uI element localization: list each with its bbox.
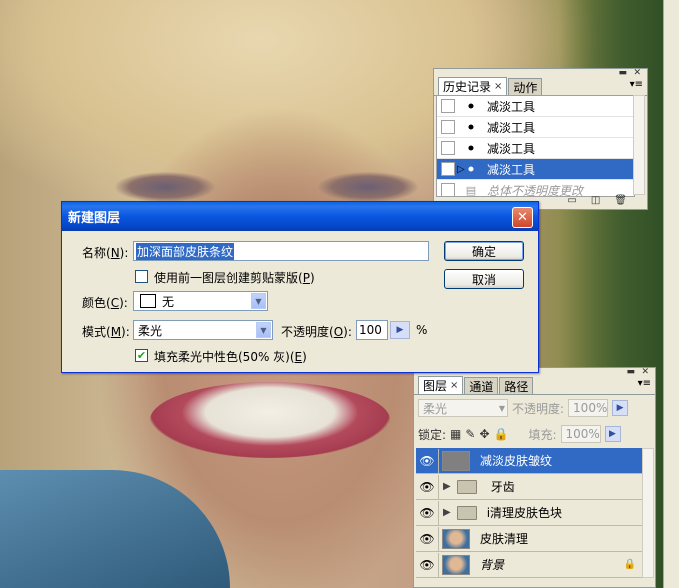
expand-triangle-icon[interactable]: ▶ bbox=[443, 481, 451, 492]
dialog-body: 名称(N): 加深面部皮肤条纹 确定 取消 使用前一图层创建剪贴蒙版(P) 颜色… bbox=[65, 231, 535, 369]
lock-all-icon[interactable]: 🔒 bbox=[494, 427, 509, 441]
blend-mode-select[interactable]: 柔光 ▼ bbox=[418, 399, 508, 417]
fill-neutral-checkbox[interactable]: ✔ bbox=[135, 349, 148, 362]
layer-row[interactable]: 👁 皮肤清理 bbox=[416, 526, 642, 552]
tab-close-icon[interactable]: × bbox=[450, 380, 458, 391]
snapshot-icon[interactable]: ▭ bbox=[567, 195, 576, 209]
history-item[interactable]: ⚫ 减淡工具 bbox=[437, 138, 634, 159]
clipping-mask-label: 使用前一图层创建剪贴蒙版(P) bbox=[154, 271, 315, 285]
history-item-selected[interactable]: ▷ ⚫ 减淡工具 bbox=[437, 159, 634, 180]
history-panel: ▬ ✕ 历史记录 × 动作 ▾≡ ⚫ 减淡工具 ⚫ 减淡工具 ⚫ 减淡工具 ▷ … bbox=[433, 68, 648, 210]
layer-row[interactable]: 👁 ▶ i清理皮肤色块 bbox=[416, 500, 642, 526]
lock-position-icon[interactable]: ✥ bbox=[479, 427, 489, 441]
ok-button[interactable]: 确定 bbox=[444, 241, 524, 261]
workspace-edge bbox=[663, 0, 679, 588]
photo-left-eye bbox=[115, 172, 215, 202]
opacity-slider-button[interactable]: ▶ bbox=[390, 321, 410, 339]
history-item[interactable]: ⚫ 减淡工具 bbox=[437, 96, 634, 117]
lock-icon: 🔒 bbox=[623, 559, 636, 570]
name-label: 名称(N): bbox=[82, 246, 129, 260]
color-label: 颜色(C): bbox=[82, 296, 128, 310]
lock-label: 锁定: bbox=[418, 427, 447, 442]
panel-menu-icon[interactable]: ▾≡ bbox=[638, 378, 651, 389]
lock-bar: 锁定: ▦ ✎ ✥ 🔒 填充: 100% ▶ bbox=[414, 421, 655, 447]
photo-right-eye bbox=[318, 172, 418, 202]
tab-layers[interactable]: 图层 × bbox=[418, 376, 464, 394]
layer-name-input[interactable]: 加深面部皮肤条纹 bbox=[133, 241, 429, 261]
snapshot-source-checkbox[interactable] bbox=[441, 99, 455, 113]
history-state-slider-icon[interactable]: ▷ bbox=[457, 164, 465, 175]
snapshot-source-checkbox[interactable] bbox=[441, 162, 455, 176]
dialog-title: 新建图层 bbox=[68, 211, 121, 226]
layers-panel: ▬ ✕ 图层 × 通道 路径 ▾≡ 柔光 ▼ 不透明度: 100% ▶ 锁定: … bbox=[413, 367, 656, 588]
snapshot-source-checkbox[interactable] bbox=[441, 141, 455, 155]
history-item[interactable]: ⚫ 减淡工具 bbox=[437, 117, 634, 138]
dodge-tool-icon: ⚫ bbox=[466, 120, 476, 134]
visibility-eye-icon[interactable]: 👁 bbox=[416, 500, 439, 525]
opacity-input[interactable]: 100 bbox=[356, 320, 388, 340]
color-select[interactable]: 无 ▼ bbox=[133, 291, 268, 311]
fill-label: 填充: bbox=[528, 427, 557, 442]
layers-scrollbar[interactable] bbox=[642, 448, 654, 578]
visibility-eye-icon[interactable]: 👁 bbox=[416, 474, 439, 499]
lock-transparency-icon[interactable]: ▦ bbox=[450, 427, 461, 441]
layer-thumbnail bbox=[442, 528, 470, 549]
tab-history[interactable]: 历史记录 × bbox=[438, 77, 508, 95]
opacity-label: 不透明度(O): bbox=[281, 325, 352, 339]
dodge-tool-icon: ⚫ bbox=[466, 141, 476, 155]
lock-pixels-icon[interactable]: ✎ bbox=[465, 427, 475, 441]
fill-slider-button[interactable]: ▶ bbox=[604, 426, 621, 442]
trash-icon[interactable]: 🗑 bbox=[614, 195, 627, 209]
chevron-down-icon: ▼ bbox=[498, 403, 505, 413]
expand-triangle-icon[interactable]: ▶ bbox=[443, 507, 451, 518]
layer-thumbnail bbox=[442, 450, 470, 471]
new-document-icon[interactable]: ◫ bbox=[591, 195, 600, 209]
mode-label: 模式(M): bbox=[82, 325, 130, 339]
clipping-mask-checkbox[interactable] bbox=[135, 270, 148, 283]
fill-neutral-label: 填充柔光中性色(50% 灰)(E) bbox=[154, 350, 307, 364]
color-swatch bbox=[140, 294, 156, 308]
cancel-button[interactable]: 取消 bbox=[444, 269, 524, 289]
visibility-eye-icon[interactable]: 👁 bbox=[416, 526, 439, 551]
panel-menu-icon[interactable]: ▾≡ bbox=[630, 79, 643, 90]
chevron-down-icon[interactable]: ▼ bbox=[251, 293, 266, 309]
tab-paths[interactable]: 路径 bbox=[499, 377, 534, 394]
photo-smile bbox=[150, 382, 390, 458]
close-icon[interactable]: ✕ bbox=[512, 207, 533, 228]
fill-input[interactable]: 100% bbox=[560, 425, 601, 443]
blend-mode-select[interactable]: 柔光 ▼ bbox=[133, 320, 273, 340]
snapshot-source-checkbox[interactable] bbox=[441, 120, 455, 134]
tab-actions[interactable]: 动作 bbox=[508, 78, 543, 95]
opacity-label: 不透明度: bbox=[512, 401, 565, 416]
history-tabs: 历史记录 × 动作 ▾≡ bbox=[434, 77, 647, 96]
opacity-slider-button[interactable]: ▶ bbox=[612, 400, 629, 416]
folder-icon bbox=[456, 505, 477, 520]
layer-row-selected[interactable]: 👁 减淡皮肤皱纹 bbox=[416, 448, 642, 474]
layer-thumbnail bbox=[442, 554, 470, 575]
visibility-eye-icon[interactable]: 👁 bbox=[416, 448, 439, 473]
new-layer-dialog: 新建图层 ✕ 名称(N): 加深面部皮肤条纹 确定 取消 使用前一图层创建剪贴蒙… bbox=[61, 201, 539, 373]
layer-row[interactable]: 👁 ▶ 牙齿 bbox=[416, 474, 642, 500]
tab-close-icon[interactable]: × bbox=[494, 81, 502, 92]
layer-row[interactable]: 👁 背景 🔒 bbox=[416, 552, 642, 578]
dialog-titlebar[interactable]: 新建图层 ✕ bbox=[62, 202, 538, 231]
chevron-down-icon[interactable]: ▼ bbox=[256, 322, 271, 338]
history-scrollbar[interactable] bbox=[633, 95, 645, 195]
folder-icon bbox=[456, 479, 477, 494]
tab-channels[interactable]: 通道 bbox=[464, 377, 499, 394]
history-list: ⚫ 减淡工具 ⚫ 减淡工具 ⚫ 减淡工具 ▷ ⚫ 减淡工具 ▤ 总体不透明度更改 bbox=[436, 95, 635, 197]
visibility-eye-icon[interactable]: 👁 bbox=[416, 552, 439, 577]
opacity-input[interactable]: 100% bbox=[568, 399, 609, 417]
layers-tabs: 图层 × 通道 路径 ▾≡ bbox=[414, 376, 655, 395]
panel-grip[interactable]: ▬ ✕ bbox=[434, 68, 647, 78]
dodge-tool-icon: ⚫ bbox=[466, 99, 476, 113]
blend-bar: 柔光 ▼ 不透明度: 100% ▶ bbox=[414, 395, 655, 421]
opacity-unit: % bbox=[416, 323, 428, 337]
